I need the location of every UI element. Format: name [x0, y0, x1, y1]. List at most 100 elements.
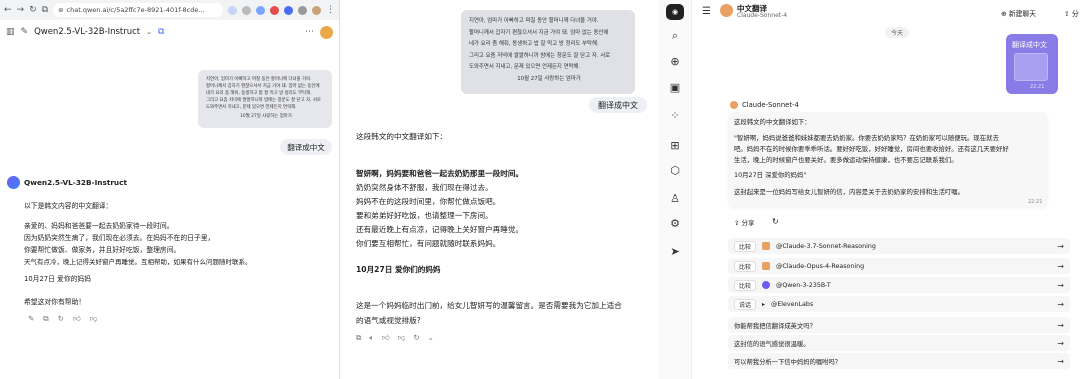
message-time: 22:21 [1028, 199, 1043, 205]
suggestion-text: 这封信的语气感觉很温暖。 [734, 340, 810, 348]
model-selector[interactable]: Qwen2.5-VL-32B-Instruct [34, 27, 140, 37]
bot-name[interactable]: Claude-Sonnet-4 [742, 101, 799, 109]
response-actions: ⧉ 🔈︎ 👍︎ 👎︎ ↻ ⌄ [356, 333, 434, 343]
suggestion-text: 你能帮我把信翻译成英文吗？ [734, 322, 816, 330]
sidebar-toggle-icon[interactable]: ▥ [6, 27, 15, 37]
share-top-label: 分 [1071, 10, 1079, 18]
reload-icon[interactable]: ↻ [29, 5, 37, 15]
response-line: 吧。妈妈不在的时候你要乖乖听话。要好好吃饭，好好睡觉，房间也要收拾好。还有这几天… [734, 145, 1009, 153]
new-chat-icon[interactable]: ✎ [21, 27, 29, 37]
send-feedback-icon[interactable]: ➤ [667, 243, 683, 259]
site-info-icon[interactable]: ⊜ [58, 6, 63, 14]
regenerate-icon[interactable]: ↻ [413, 333, 419, 343]
compare-row[interactable]: 比较 @Qwen-3-235B-T → [728, 277, 1070, 293]
compare-row[interactable]: 比较 @Claude-3.7-Sonnet-Reasoning → [728, 238, 1070, 254]
image-line: 10월 27일 사랑하는 엄마가 [240, 114, 292, 119]
thumbs-down-icon[interactable]: 👎︎ [90, 314, 98, 324]
response-line: 妈妈不在的这段时间里，你帮忙做点饭吧。 [356, 197, 501, 206]
create-bot-icon[interactable]: ⊞ [667, 137, 683, 153]
settings-icon[interactable]: ⚙ [667, 215, 683, 231]
suggestion-row[interactable]: 可以帮我分析一下信中妈妈的嘱咐吗？ → [728, 353, 1070, 369]
chat-subtitle[interactable]: Claude-Sonnet-4 [737, 12, 787, 19]
bot-avatar [720, 4, 733, 17]
bot-avatar [762, 262, 771, 270]
response-line: 10月27日 深爱你的妈妈" [734, 171, 807, 179]
retry-icon[interactable]: ↻ [772, 217, 779, 226]
response-line: 还有最近晚上有点凉，记得晚上关好窗户再睡觉。 [356, 225, 524, 234]
new-chat-icon: ⊕ [1001, 10, 1009, 18]
image-line: 그리고 요즘 저녁에 쌀쌀하니까 밤에는 창문도 잘 닫고 자. 서로 [469, 52, 611, 59]
suggestion-row[interactable]: 这封信的语气感觉很温暖。 → [728, 335, 1070, 351]
new-chat-button[interactable]: ⊕ 新建聊天 [1001, 8, 1036, 18]
copy-icon[interactable]: ⧉ [356, 333, 361, 343]
upload-icon: ⇪ [1064, 10, 1072, 18]
chats-icon[interactable]: ▣ [667, 79, 683, 95]
user-message-bubble: 翻译成中文 22:21 [1006, 34, 1058, 94]
arrow-right-icon: → [1057, 241, 1064, 251]
image-line: 할머니께서 갑자기 편찮으셔서 지금 가야 돼. 엄마 없는 동안에 [469, 29, 609, 36]
compare-row[interactable]: 说话 ▸ @ElevenLabs → [728, 296, 1070, 312]
image-line: 네가 요리 좀 해줘, 동생하고 밥 잘 먹고 방 정리도 부탁해. [469, 41, 599, 47]
response-line: 这是一个妈妈临时出门前，给女儿智妍写的温馨留言。是否需要我为它加上适合 [356, 301, 622, 310]
arrow-right-icon: → [1057, 261, 1064, 271]
user-message: 翻译成中文 [589, 97, 647, 113]
date-separator: 今天 [885, 27, 910, 38]
compare-tag: 比较 [734, 260, 757, 272]
suggestion-row[interactable]: 你能帮我把信翻译成英文吗？ → [728, 317, 1070, 333]
more-icon[interactable]: ⌄ [428, 333, 434, 343]
search-icon[interactable]: ⌕ [667, 28, 683, 44]
response-actions: ✎ ⧉ ↻ 👍︎ 👎︎ [28, 314, 97, 324]
translate-extension-icon[interactable] [228, 5, 237, 15]
response-line: 生活，晚上的时候窗户也要关好。要多做运动保持健康，也不要忘记联系我们。 [734, 156, 958, 164]
browser-menu-icon[interactable]: ⋮ [326, 5, 335, 15]
uploaded-image[interactable]: 지연아, 엄마가 아빠하고 며칠 동안 할머니께 다녀올 거야. 할머니께서 갑… [461, 10, 635, 94]
thumbs-up-icon[interactable]: 👍︎ [382, 333, 390, 343]
more-icon[interactable]: ⋯ [305, 27, 314, 37]
share-top-button[interactable]: ⇪ 分 [1064, 8, 1079, 18]
explore-icon[interactable]: ⬡ [667, 162, 683, 178]
forward-icon[interactable]: → [17, 5, 25, 15]
user-message: 翻译成中文 [280, 139, 332, 155]
compare-row[interactable]: 比较 @Claude-Opus-4-Reasoning → [728, 258, 1070, 274]
speaker-icon[interactable]: 🔈︎ [369, 333, 374, 343]
compare-tag: 说话 [734, 298, 757, 310]
response-line: 要和弟弟好好吃饭，也请整理一下房间。 [356, 211, 493, 220]
copy-icon[interactable]: ⧉ [43, 314, 48, 324]
claude-avatar [730, 101, 738, 109]
share-button[interactable]: ⇪ 分享 [734, 217, 755, 227]
back-icon[interactable]: ← [4, 5, 12, 15]
menu-icon[interactable]: ☰ [702, 6, 711, 17]
uploaded-image[interactable]: 지연아, 엄마가 아빠하고 며칠 동안 할머니께 다녀올 거야. 할머니께서 갑… [198, 70, 332, 128]
regenerate-icon[interactable]: ↻ [58, 314, 64, 324]
response-line: 这段韩文的中文翻译如下： [356, 132, 448, 141]
bots-icon[interactable]: ⁘ [667, 107, 683, 123]
address-bar[interactable]: ⊜ chat.qwen.ai/c/5a2ffc7e-8921-401f-8cde… [53, 3, 223, 17]
app-logo-icon[interactable]: ◉ [666, 4, 684, 20]
extension-icon-1[interactable] [256, 5, 265, 15]
compare-models-icon[interactable]: ⧉ [158, 27, 164, 37]
profile-avatar[interactable] [312, 5, 321, 15]
user-avatar[interactable] [320, 25, 333, 39]
image-letter-text: 지연아, 엄마가 아빠하고 며칠 동안 할머니께 다녀올 거야. 할머니께서 갑… [469, 16, 629, 85]
response-line: 亲爱的、妈妈和爸爸要一起去奶奶家待一段时间。 [24, 222, 174, 230]
bookmark-icon[interactable] [242, 5, 251, 15]
thumbs-up-icon[interactable]: 👍︎ [73, 314, 81, 324]
attached-image-thumbnail[interactable] [1014, 53, 1048, 81]
extensions-menu-icon[interactable] [298, 5, 307, 15]
response-line: 奶奶突然身体不舒服，我们现在得过去。 [356, 183, 493, 192]
share-label: 分享 [741, 219, 755, 227]
new-chat-icon[interactable]: ⊕ [667, 53, 683, 69]
response-line: 智妍啊，妈妈要和爸爸一起去奶奶那里一段时间。 [356, 169, 524, 178]
extension-icon-2[interactable] [270, 5, 279, 15]
profile-icon[interactable]: ♙ [667, 190, 683, 206]
chevron-down-icon[interactable]: ⌄ [146, 28, 152, 36]
extension-icon-3[interactable] [284, 5, 293, 15]
thumbs-down-icon[interactable]: 👎︎ [398, 333, 406, 343]
image-line: 그리고 요즘 저녁에 쌀쌀하니까 밤에는 창문도 잘 닫고 자. 서로 [206, 98, 321, 103]
edit-icon[interactable]: ✎ [28, 314, 34, 324]
bot-avatar [762, 242, 771, 250]
response-line: 10月27日 爱你们的妈妈 [356, 265, 441, 274]
bot-name: Qwen2.5-VL-32B-Instruct [24, 178, 127, 187]
tabs-icon[interactable]: ⧉ [42, 5, 48, 15]
image-line: 할머니께서 갑자기 편찮으셔서 지금 가야 돼. 엄마 없는 동안에 [206, 84, 320, 89]
